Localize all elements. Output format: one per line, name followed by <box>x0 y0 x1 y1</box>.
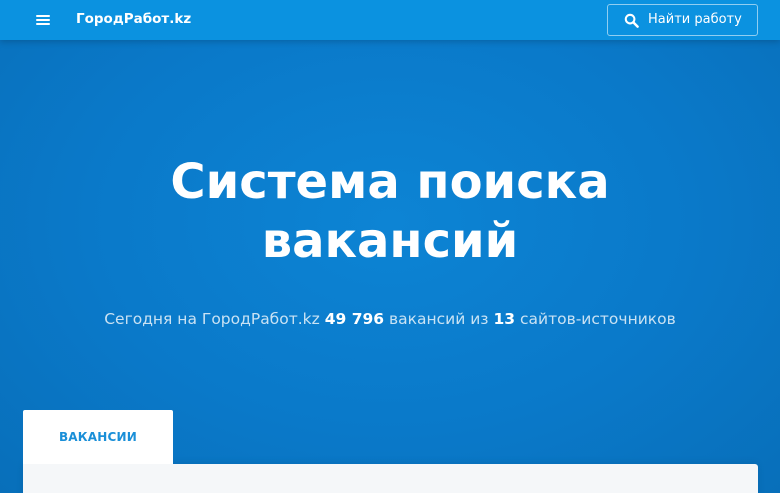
menu-line <box>36 23 50 25</box>
hero-title: Система поиска вакансий <box>0 153 780 271</box>
hero-title-line-2: вакансий <box>261 213 519 269</box>
menu-line <box>36 19 50 21</box>
hero-subtitle: Сегодня на ГородРабот.kz 49 796 вакансий… <box>0 310 780 328</box>
top-navigation-bar: ГородРабот.kz Найти работу <box>0 0 780 40</box>
hero-title-line-1: Система поиска <box>170 154 610 210</box>
tab-vacancies[interactable]: ВАКАНСИИ <box>23 410 173 464</box>
vacancy-count: 49 796 <box>324 310 385 328</box>
tab-vacancies-label: ВАКАНСИИ <box>58 430 138 444</box>
menu-line <box>36 15 50 17</box>
find-job-button[interactable]: Найти работу <box>607 4 758 36</box>
find-job-label: Найти работу <box>648 12 742 27</box>
subtitle-middle: вакансий из <box>384 310 494 328</box>
subtitle-suffix: сайтов-источников <box>515 310 676 328</box>
subtitle-prefix: Сегодня на ГородРабот.kz <box>104 310 325 328</box>
hamburger-menu-icon[interactable] <box>33 11 53 29</box>
search-icon <box>624 13 639 28</box>
site-logo[interactable]: ГородРабот.kz <box>76 11 191 27</box>
search-panel <box>23 464 758 493</box>
source-count: 13 <box>493 310 516 328</box>
